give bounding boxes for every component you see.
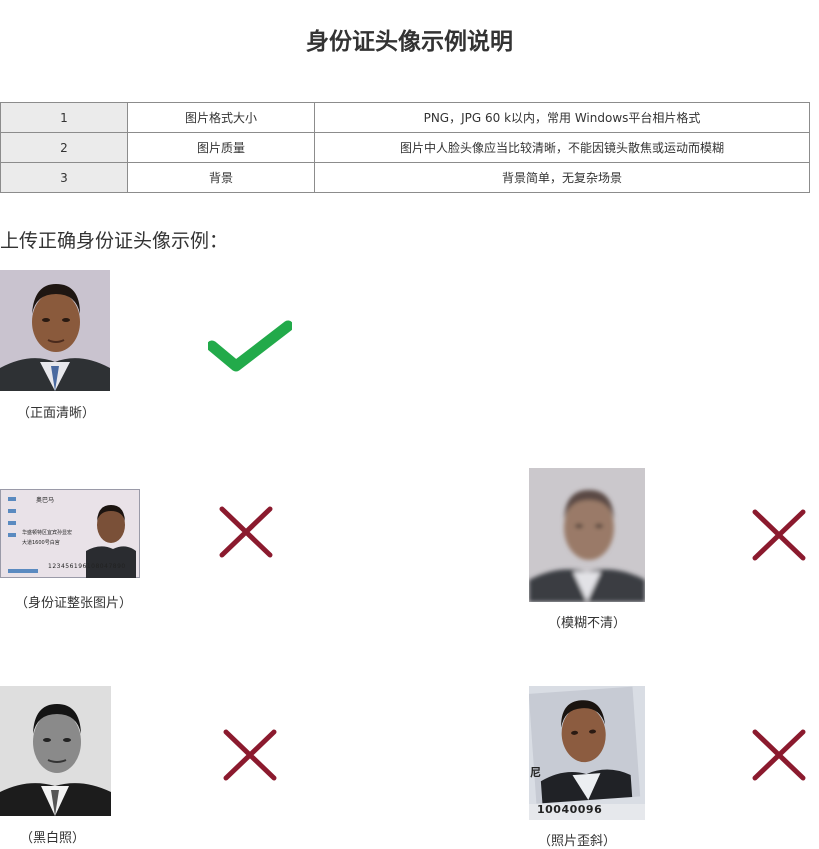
cross-icon bbox=[751, 508, 807, 566]
portrait-tilted-photo: 尼 10040096 bbox=[529, 686, 645, 820]
row-name: 图片质量 bbox=[127, 132, 315, 163]
row-name: 图片格式大小 bbox=[127, 102, 315, 133]
idcard-photo: 奥巴马 华盛顿特区宜宾孙显宏 大道1600号白宫 123456196108047… bbox=[0, 489, 140, 578]
cross-icon bbox=[218, 505, 274, 563]
card-name-text: 奥巴马 bbox=[36, 497, 55, 504]
portrait-blurry-photo bbox=[529, 468, 645, 602]
portrait-correct-photo bbox=[0, 270, 110, 391]
tilted-edge-number: 10040096 bbox=[537, 803, 603, 816]
row-number: 3 bbox=[0, 162, 128, 193]
page-title: 身份证头像示例说明 bbox=[306, 29, 513, 55]
cross-icon bbox=[222, 728, 278, 786]
portrait-bw-photo bbox=[0, 686, 111, 816]
caption-correct: （正面清晰） bbox=[17, 406, 96, 421]
card-address-text: 华盛顿特区宜宾孙显宏 bbox=[22, 530, 73, 536]
check-icon bbox=[206, 320, 294, 378]
row-desc: 背景简单，无复杂场景 bbox=[314, 162, 810, 193]
cross-icon bbox=[751, 728, 807, 786]
requirements-table: 1 图片格式大小 PNG，JPG 60 k以内，常用 Windows平台相片格式… bbox=[0, 102, 810, 193]
caption-tilted: （照片歪斜） bbox=[538, 834, 617, 849]
table-row: 3 背景 背景简单，无复杂场景 bbox=[0, 162, 810, 193]
table-row: 2 图片质量 图片中人脸头像应当比较清晰，不能因镜头散焦或运动而模糊 bbox=[0, 132, 810, 163]
row-desc: 图片中人脸头像应当比较清晰，不能因镜头散焦或运动而模糊 bbox=[314, 132, 810, 163]
row-number: 2 bbox=[0, 132, 128, 163]
row-desc: PNG，JPG 60 k以内，常用 Windows平台相片格式 bbox=[314, 102, 810, 133]
caption-bw: （黑白照） bbox=[20, 831, 86, 846]
caption-idcard: （身份证整张图片） bbox=[15, 596, 133, 611]
table-row: 1 图片格式大小 PNG，JPG 60 k以内，常用 Windows平台相片格式 bbox=[0, 102, 810, 133]
row-name: 背景 bbox=[127, 162, 315, 193]
row-number: 1 bbox=[0, 102, 128, 133]
caption-blurry: （模糊不清） bbox=[548, 616, 627, 631]
section-subtitle: 上传正确身份证头像示例： bbox=[0, 230, 229, 252]
tilted-edge-text: 尼 bbox=[530, 766, 541, 779]
card-address-text-2: 大道1600号白宫 bbox=[22, 540, 60, 546]
card-number-text: 123456196108047890 bbox=[48, 563, 126, 570]
